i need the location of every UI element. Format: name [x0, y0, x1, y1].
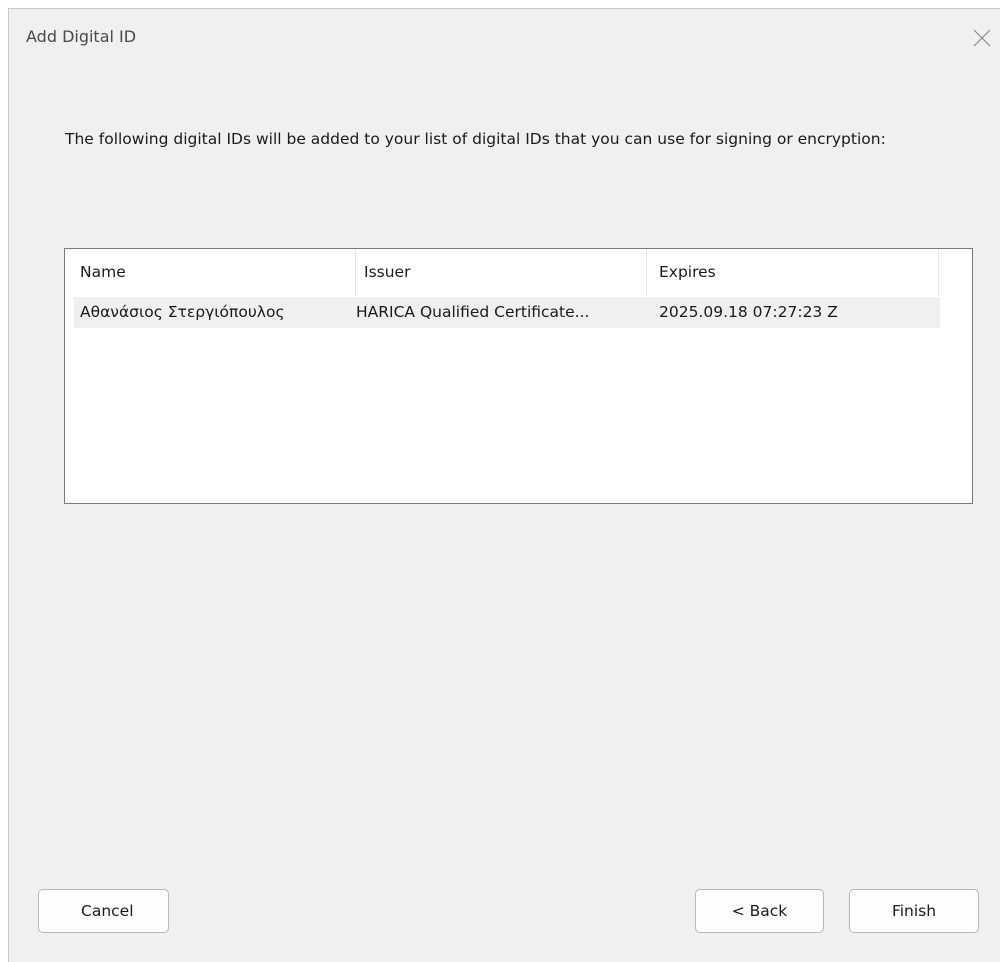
column-header-expires[interactable]: Expires	[647, 249, 939, 296]
cell-name: Αθανάσιος Στεργιόπουλος	[80, 303, 285, 321]
table-row[interactable]: Αθανάσιος Στεργιόπουλος HARICA Qualified…	[74, 297, 940, 328]
close-button[interactable]	[963, 21, 999, 53]
cell-issuer: HARICA Qualified Certificate...	[356, 303, 590, 321]
column-header-issuer[interactable]: Issuer	[356, 249, 647, 296]
back-button[interactable]: < Back	[695, 889, 824, 933]
title-bar: Add Digital ID	[9, 9, 1000, 65]
close-icon	[973, 29, 991, 47]
intro-text: The following digital IDs will be added …	[65, 130, 886, 148]
cancel-button[interactable]: Cancel	[38, 889, 169, 933]
finish-button[interactable]: Finish	[849, 889, 979, 933]
list-header: Name Issuer Expires	[65, 249, 941, 296]
digital-id-list[interactable]: Name Issuer Expires Αθανάσιος Στεργιόπου…	[64, 248, 973, 504]
dialog-title: Add Digital ID	[26, 27, 137, 46]
cell-expires: 2025.09.18 07:27:23 Z	[659, 303, 838, 321]
column-header-name[interactable]: Name	[65, 249, 356, 296]
add-digital-id-dialog: Add Digital ID The following digital IDs…	[8, 8, 1000, 962]
